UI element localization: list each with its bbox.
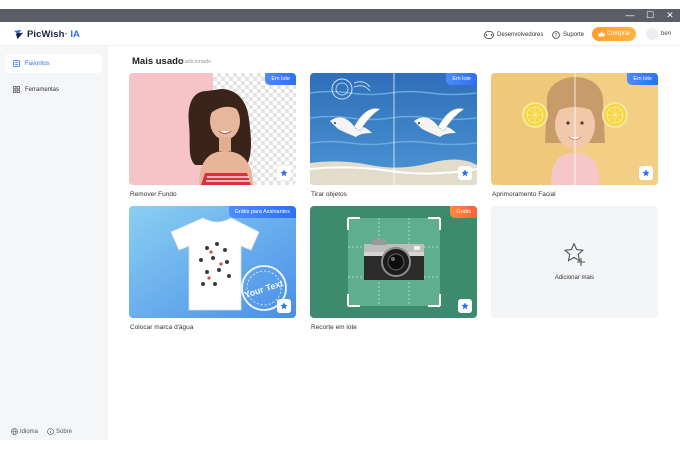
svg-text:?: ?: [555, 33, 558, 39]
tool-card-batch-cutout[interactable]: Grátis: [310, 206, 477, 318]
about-label: Sobre: [56, 428, 73, 435]
star-icon: [280, 169, 288, 177]
tool-card-watermark[interactable]: Your Text Grátis para Assinantes: [129, 206, 296, 318]
favorites-icon: [13, 60, 20, 67]
subscriber-free-badge: Grátis para Assinantes: [228, 206, 296, 218]
avatar: [646, 28, 658, 40]
sidebar-item-label: Favoritos: [25, 60, 50, 67]
minimize-button[interactable]: —: [620, 9, 640, 22]
tshirt-watermark-image: Your Text: [129, 206, 296, 318]
add-star-icon: [564, 242, 585, 266]
app-header: PicWish · IA Desenvolvedores ? Suporte C…: [0, 22, 680, 46]
support-label: Suporte: [563, 31, 585, 38]
card-label: Recorte em lote: [311, 324, 357, 331]
tool-card-remove-background[interactable]: Em lote: [129, 73, 296, 185]
card-label: Remover Fundo: [130, 191, 177, 198]
about-button[interactable]: Sobre: [47, 428, 72, 435]
favorite-star-button[interactable]: [458, 299, 472, 313]
batch-badge: Em lote: [446, 73, 477, 85]
seagull-sea-image: [310, 73, 477, 185]
info-icon: [47, 428, 54, 435]
tool-card-remove-objects[interactable]: Em lote: [310, 73, 477, 185]
star-icon: [461, 169, 469, 177]
language-button[interactable]: Idioma: [11, 428, 38, 435]
girl-lemons-image: [491, 73, 658, 185]
title-bar-strip: [0, 9, 680, 22]
portrait-woman-image: [188, 89, 253, 185]
user-menu[interactable]: ben: [646, 28, 671, 40]
developers-link[interactable]: Desenvolvedores: [484, 29, 543, 40]
section-title: Mais usado: [132, 56, 184, 67]
card-label: Colocar marca d'água: [130, 324, 194, 331]
buy-label: Comprar: [606, 31, 631, 37]
sidebar: Favoritos Ferramentas: [0, 46, 108, 440]
brand-suffix: · IA: [64, 28, 80, 40]
card-label: Aprimoramento Facial: [492, 191, 556, 198]
sidebar-item-favorites[interactable]: Favoritos: [5, 54, 102, 73]
tool-card-face-enhance[interactable]: Em lote: [491, 73, 658, 185]
close-button[interactable]: ✕: [660, 9, 680, 22]
crown-icon: [598, 31, 605, 37]
add-more-label: Adicionar mais: [554, 275, 595, 281]
favorite-star-button[interactable]: [277, 166, 291, 180]
globe-icon: [11, 428, 18, 435]
support-link[interactable]: ? Suporte: [552, 29, 584, 40]
favorite-star-button[interactable]: [458, 166, 472, 180]
favorite-star-button[interactable]: [277, 299, 291, 313]
developers-label: Desenvolvedores: [497, 31, 544, 38]
free-badge: Grátis: [450, 206, 477, 218]
batch-badge: Em lote: [265, 73, 296, 85]
batch-badge: Em lote: [627, 73, 658, 85]
brand-name: PicWish: [27, 28, 65, 40]
star-icon: [461, 302, 469, 310]
camera-cutout-image: [310, 206, 477, 318]
maximize-button[interactable]: ☐: [640, 9, 660, 22]
language-label: Idioma: [20, 428, 39, 435]
sidebar-item-tools[interactable]: Ferramentas: [5, 80, 102, 99]
favorite-star-button[interactable]: [639, 166, 653, 180]
support-icon: ?: [552, 30, 560, 39]
add-more-card[interactable]: Adicionar mais: [491, 206, 658, 318]
picwish-logo-icon: [13, 29, 24, 39]
sidebar-item-label: Ferramentas: [25, 86, 60, 93]
developers-icon: [484, 30, 494, 39]
tools-icon: [13, 86, 20, 93]
star-icon: [642, 169, 650, 177]
user-name: ben: [661, 31, 672, 37]
star-icon: [280, 302, 288, 310]
section-subtitle: 5 adicionado: [180, 59, 212, 65]
title-bar: — ☐ ✕: [0, 0, 680, 22]
buy-button[interactable]: Comprar: [592, 27, 636, 41]
app-logo[interactable]: PicWish · IA: [13, 27, 80, 41]
card-label: Tirar objetos: [311, 191, 347, 198]
